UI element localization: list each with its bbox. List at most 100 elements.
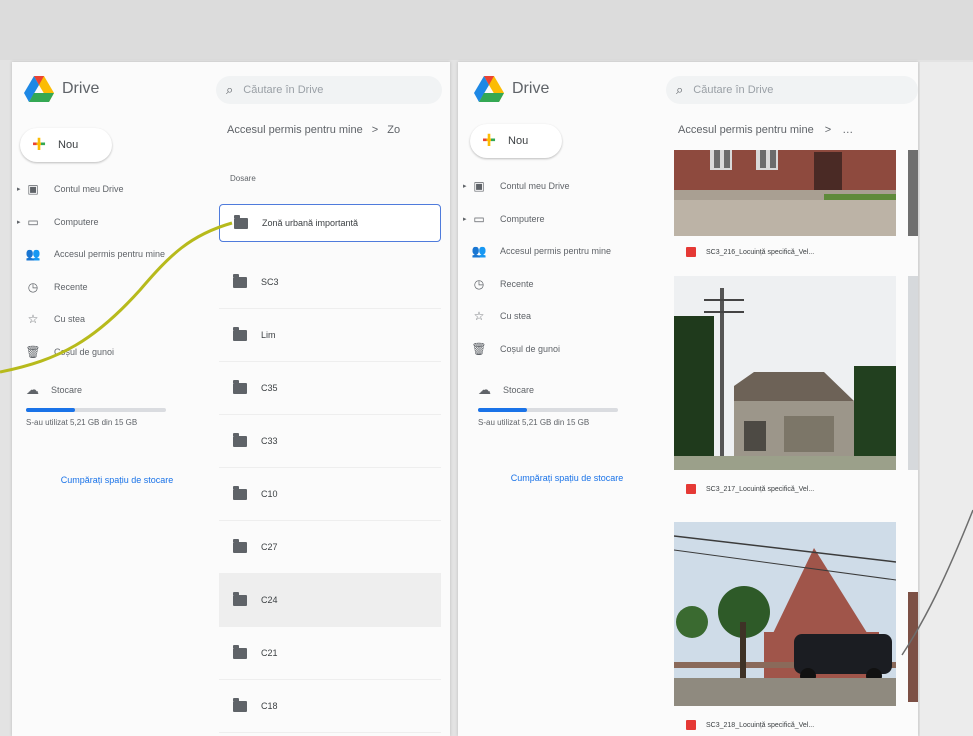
sidebar-item-label: Accesul permis pentru mine bbox=[54, 249, 166, 260]
file-thumbnail[interactable] bbox=[674, 150, 896, 236]
breadcrumb-shared[interactable]: Accesul permis pentru mine bbox=[678, 124, 814, 136]
file-row[interactable]: SC3_216_Locuință specifică_Vel... bbox=[686, 247, 814, 257]
partial-thumbnail bbox=[908, 592, 918, 702]
cloud-icon: ☁ bbox=[26, 382, 39, 397]
sidebar-nav: ▸ ▣ Contul meu Drive ▸ ▭ Computere 👥 Accesul pe… bbox=[458, 170, 658, 365]
folder-row[interactable]: C35 bbox=[219, 362, 441, 415]
expand-arrow-icon[interactable]: ▸ bbox=[463, 182, 467, 190]
trash-icon: 🗑 bbox=[471, 341, 487, 356]
folder-name: C18 bbox=[261, 701, 278, 711]
expand-arrow-icon[interactable]: ▸ bbox=[17, 218, 21, 226]
sidebar-item-label: Coșul de gunoi bbox=[500, 343, 561, 354]
chevron-right-icon: > bbox=[824, 124, 832, 136]
drive-logo[interactable]: Drive bbox=[24, 74, 99, 104]
file-name: SC3_218_Locuință specifică_Vel... bbox=[706, 721, 815, 729]
folder-name: Lim bbox=[261, 330, 276, 340]
breadcrumb-shared[interactable]: Accesul permis pentru mine bbox=[227, 124, 363, 136]
folder-row[interactable]: C27 bbox=[219, 521, 441, 574]
more-icon[interactable]: … bbox=[842, 124, 853, 136]
folder-row[interactable]: C10 bbox=[219, 468, 441, 521]
shared-folder-icon bbox=[233, 379, 247, 394]
sidebar-item[interactable]: ▸ ▭ Computere bbox=[458, 203, 658, 236]
shared-folder-icon bbox=[233, 273, 247, 288]
partial-thumbnail bbox=[908, 276, 918, 470]
sidebar-item[interactable]: ▸ ▣ Contul meu Drive bbox=[12, 173, 212, 206]
clock-icon: ◷ bbox=[473, 276, 485, 291]
folder-row[interactable]: C24 bbox=[219, 574, 441, 627]
folder-row[interactable]: C33 bbox=[219, 415, 441, 468]
star-icon: ☆ bbox=[27, 312, 39, 327]
shared-folder-icon bbox=[233, 432, 247, 447]
folder-name: C10 bbox=[261, 489, 278, 499]
image-file-icon bbox=[686, 484, 696, 494]
new-button[interactable]: + Nou bbox=[20, 128, 112, 162]
file-thumbnail[interactable] bbox=[674, 276, 896, 470]
sidebar-item[interactable]: ▸ ▭ Computere bbox=[12, 206, 212, 239]
new-button[interactable]: + Nou bbox=[470, 124, 562, 158]
sidebar-nav: ▸ ▣ Contul meu Drive ▸ ▭ Computere 👥 Accesul pe… bbox=[12, 173, 212, 368]
sidebar-item[interactable]: 👥 Accesul permis pentru mine bbox=[458, 235, 658, 268]
folder-list: Zonă urbană importantă SC3 Lim C35 C33 C10 C27… bbox=[219, 204, 441, 733]
house-photo bbox=[674, 522, 896, 706]
computers-icon: ▭ bbox=[27, 214, 39, 229]
shared-folder-icon bbox=[233, 644, 247, 659]
folder-row[interactable]: C21 bbox=[219, 627, 441, 680]
folder-name: C27 bbox=[261, 542, 278, 552]
top-background bbox=[0, 0, 973, 60]
shared-folder-icon bbox=[233, 326, 247, 341]
sidebar-item[interactable]: ◷ Recente bbox=[458, 268, 658, 301]
expand-arrow-icon[interactable]: ▸ bbox=[17, 185, 21, 193]
file-name: SC3_217_Locuință specifică_Vel... bbox=[706, 485, 815, 493]
folder-row[interactable]: Zonă urbană importantă bbox=[219, 204, 441, 242]
shared-folder-icon bbox=[233, 591, 247, 606]
folders-header: Dosare bbox=[230, 174, 256, 183]
sidebar-item[interactable]: 🗑 Coșul de gunoi bbox=[458, 333, 658, 366]
sidebar-item[interactable]: 🗑 Coșul de gunoi bbox=[12, 336, 212, 369]
sidebar-item-label: Accesul permis pentru mine bbox=[500, 246, 612, 257]
folder-row[interactable]: C18 bbox=[219, 680, 441, 733]
storage-label: Stocare bbox=[503, 385, 535, 395]
house-photo bbox=[674, 276, 896, 470]
sidebar-item[interactable]: ▸ ▣ Contul meu Drive bbox=[458, 170, 658, 203]
search-icon: ⌕ bbox=[226, 82, 234, 97]
expand-arrow-icon[interactable]: ▸ bbox=[463, 215, 467, 223]
chevron-right-icon: > bbox=[371, 124, 379, 136]
trash-icon: 🗑 bbox=[25, 344, 41, 359]
folder-name: SC3 bbox=[261, 277, 279, 287]
sidebar-item[interactable]: 👥 Accesul permis pentru mine bbox=[12, 238, 212, 271]
computer-drive-icon: ▣ bbox=[473, 179, 485, 194]
breadcrumb-next[interactable]: Zo bbox=[387, 124, 400, 136]
sidebar-item[interactable]: ◷ Recente bbox=[12, 271, 212, 304]
app-name: Drive bbox=[512, 80, 550, 97]
sidebar-item-label: Computere bbox=[500, 213, 545, 224]
drive-logo-icon bbox=[24, 76, 54, 102]
folder-row[interactable]: Lim bbox=[219, 309, 441, 362]
search-input[interactable]: ⌕ Căutare în Drive bbox=[216, 76, 442, 104]
star-icon: ☆ bbox=[473, 309, 485, 324]
cloud-icon: ☁ bbox=[478, 382, 491, 397]
storage-usage: S-au utilizat 5,21 GB din 15 GB bbox=[478, 418, 590, 427]
search-input[interactable]: ⌕ Căutare în Drive bbox=[666, 76, 918, 104]
sidebar-item[interactable]: ☆ Cu stea bbox=[458, 300, 658, 333]
plus-icon: + bbox=[482, 127, 497, 154]
folder-row[interactable]: SC3 bbox=[219, 256, 441, 309]
search-icon: ⌕ bbox=[676, 82, 684, 97]
file-name: SC3_216_Locuință specifică_Vel... bbox=[706, 248, 815, 256]
file-row[interactable]: SC3_217_Locuință specifică_Vel... bbox=[686, 484, 814, 494]
sidebar-item[interactable]: ☆ Cu stea bbox=[12, 303, 212, 336]
file-row[interactable]: SC3_218_Locuință specifică_Vel... bbox=[686, 720, 814, 730]
plus-icon: + bbox=[32, 131, 47, 158]
shared-folder-icon bbox=[233, 485, 247, 500]
computers-icon: ▭ bbox=[473, 211, 485, 226]
search-placeholder: Căutare în Drive bbox=[693, 84, 774, 96]
drive-logo[interactable]: Drive bbox=[474, 74, 549, 104]
folder-name: C35 bbox=[261, 383, 278, 393]
file-thumbnail[interactable] bbox=[674, 522, 896, 706]
sidebar-item-label: Cu stea bbox=[500, 311, 532, 322]
buy-storage-link[interactable]: Cumpărați spațiu de stocare bbox=[52, 474, 182, 487]
buy-storage-link[interactable]: Cumpărați spațiu de stocare bbox=[502, 472, 632, 485]
breadcrumb: Accesul permis pentru mine > … bbox=[678, 124, 853, 136]
folder-name: C33 bbox=[261, 436, 278, 446]
house-photo bbox=[674, 150, 896, 236]
storage-bar bbox=[478, 408, 618, 412]
